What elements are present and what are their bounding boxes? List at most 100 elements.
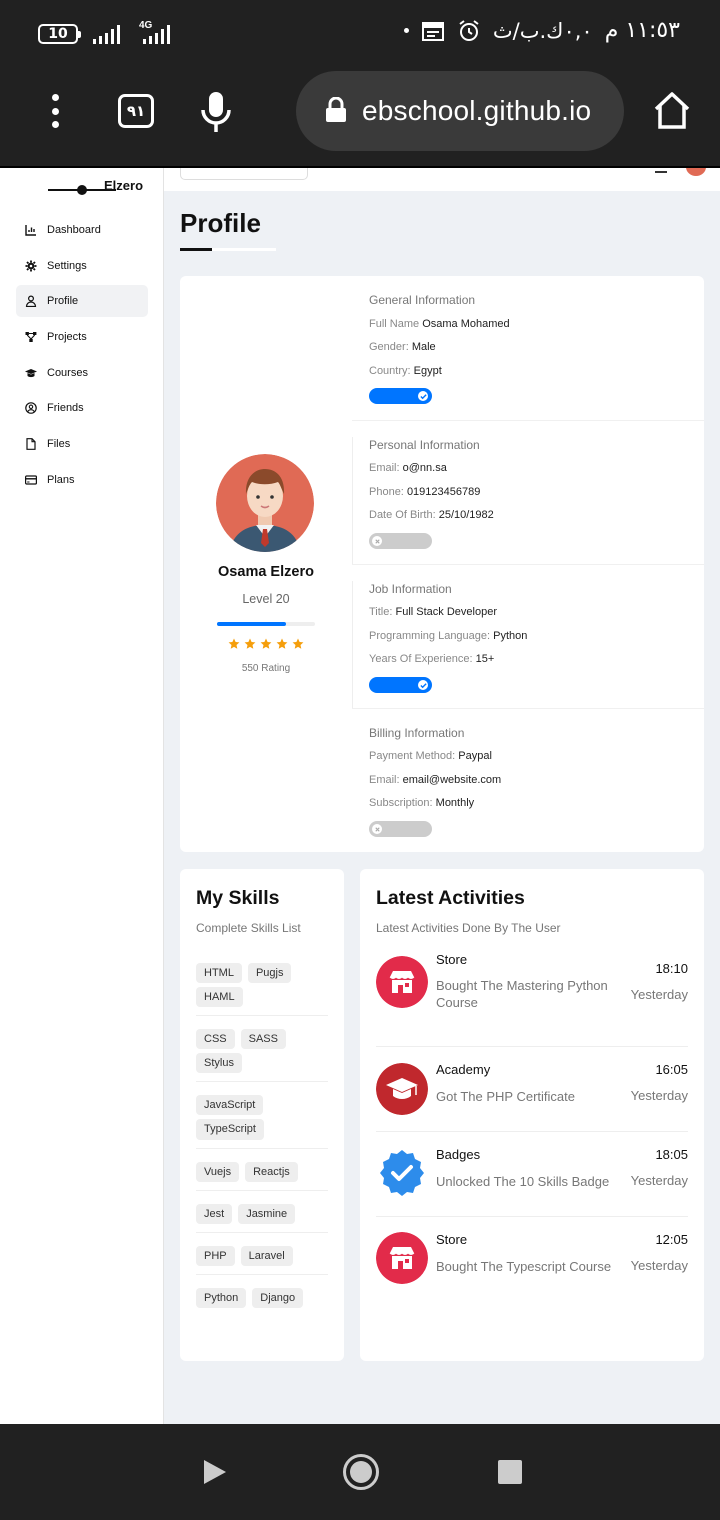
skill-tag: Pugjs: [247, 963, 292, 984]
menu-dots-icon[interactable]: [52, 94, 60, 128]
info-row-email: Email: o@nn.sa: [369, 462, 447, 474]
sidebar-item-courses[interactable]: Courses: [16, 357, 148, 389]
sidebar-item-label: Files: [47, 438, 71, 451]
sidebar-item-files[interactable]: Files: [16, 428, 148, 460]
skill-tag: JavaScript: [196, 1095, 264, 1116]
sidebar-logo: Elzero: [48, 178, 143, 195]
activity-time: 12:05: [655, 1232, 688, 1247]
graduation-cap-icon: [25, 368, 37, 377]
sidebar-item-label: Profile: [47, 295, 79, 308]
sidebar-item-settings[interactable]: Settings: [16, 250, 148, 282]
sidebar-item-profile[interactable]: Profile: [16, 285, 148, 318]
activity-title: Store: [436, 952, 468, 967]
skill-tag: CSS: [196, 1029, 235, 1050]
skill-group: JavaScript TypeScript: [196, 1095, 328, 1149]
activity-item: Store Bought The Mastering Python Course…: [376, 949, 688, 1047]
info-row-billing-email: Email: email@website.com: [369, 774, 502, 786]
activity-time: 16:05: [655, 1062, 688, 1077]
activity-title: Academy: [436, 1062, 491, 1077]
info-row-gender: Gender: Male: [369, 341, 436, 353]
sidebar-item-dashboard[interactable]: Dashboard: [16, 214, 148, 246]
store-icon: [376, 1232, 428, 1284]
signal-4g-icon: [143, 24, 170, 44]
address-bar[interactable]: ebschool.github.io: [296, 71, 624, 151]
personal-info-section: Personal Information Email: o@nn.sa Phon…: [352, 420, 704, 564]
info-row-title: Title: Full Stack Developer: [369, 606, 497, 618]
section-heading: Personal Information: [369, 438, 480, 452]
info-row-dob: Date Of Birth: 25/10/1982: [369, 509, 494, 521]
data-speed: ٠,٠ك.ب/ث: [492, 18, 593, 43]
job-info-section: Job Information Title: Full Stack Develo…: [352, 564, 704, 708]
sidebar-item-projects[interactable]: Projects: [16, 321, 148, 353]
info-row-experience: Years Of Experience: 15+: [369, 653, 495, 665]
general-info-toggle[interactable]: [369, 388, 432, 404]
gear-icon: [25, 260, 37, 272]
billing-info-section: Billing Information Payment Method: Payp…: [352, 708, 704, 852]
personal-info-toggle[interactable]: [369, 533, 432, 549]
level-progress-bar: [217, 622, 315, 626]
activity-day: Yesterday: [630, 1173, 688, 1188]
sidebar-item-friends[interactable]: Friends: [16, 392, 148, 424]
activities-title: Latest Activities: [376, 887, 525, 909]
skill-group: PHP Laravel: [196, 1245, 328, 1275]
skill-tag: Django: [252, 1287, 304, 1308]
section-heading: Job Information: [369, 582, 452, 596]
star-icon: [244, 638, 256, 649]
file-icon: [26, 438, 36, 451]
bell-icon[interactable]: [655, 169, 667, 173]
skill-tag: HAML: [196, 987, 243, 1008]
activities-list: Store Bought The Mastering Python Course…: [376, 949, 688, 1302]
page-title: Profile: [180, 208, 261, 238]
star-icon: [228, 638, 240, 649]
activity-desc: Unlocked The 10 Skills Badge: [436, 1174, 610, 1189]
user-circle-icon: [25, 402, 37, 415]
job-info-toggle[interactable]: [369, 677, 432, 693]
user-icon: [25, 295, 37, 308]
skill-tag: Reactjs: [245, 1161, 298, 1182]
activity-item: Badges Unlocked The 10 Skills Badge 18:0…: [376, 1132, 688, 1217]
skill-tag: Laravel: [240, 1245, 293, 1266]
profile-card: Osama Elzero Level 20 550 Rating General…: [180, 276, 704, 852]
search-input[interactable]: [180, 168, 308, 180]
badge-check-icon: [380, 1150, 424, 1196]
signal-icon: [93, 24, 120, 44]
sidebar: Elzero Dashboard Settings Profile Projec…: [0, 168, 164, 1424]
info-row-subscription: Subscription: Monthly: [369, 797, 475, 809]
billing-info-toggle[interactable]: [369, 821, 432, 837]
back-icon[interactable]: [202, 1458, 228, 1486]
diagram-icon: [25, 332, 37, 343]
tab-switcher-button[interactable]: ٩١: [118, 94, 154, 128]
activity-time: 18:05: [655, 1147, 688, 1162]
skill-group: CSS SASS Stylus: [196, 1029, 328, 1083]
sidebar-item-label: Courses: [47, 366, 88, 379]
rating-count: 550 Rating: [241, 663, 291, 674]
general-info-section: General Information Full Name Osama Moha…: [352, 276, 704, 420]
activity-item: Store Bought The Typescript Course 12:05…: [376, 1217, 688, 1302]
activity-day: Yesterday: [630, 987, 688, 1002]
skill-group: Python Django: [196, 1287, 328, 1316]
activity-title: Store: [436, 1232, 468, 1247]
sidebar-item-plans[interactable]: Plans: [16, 464, 148, 496]
activity-desc: Bought The Mastering Python Course: [436, 978, 608, 1010]
status-right: ٠,٠ك.ب/ث ١١:٥٣ م: [403, 18, 680, 43]
skill-tag: HTML: [196, 963, 242, 984]
rating-stars: [228, 638, 304, 650]
credit-card-icon: [25, 475, 37, 485]
skill-tag: Python: [196, 1287, 247, 1308]
recent-apps-button[interactable]: [498, 1460, 522, 1484]
clock: ١١:٥٣ م: [604, 18, 680, 43]
sidebar-item-label: Plans: [47, 473, 75, 486]
battery-icon: 10: [38, 24, 81, 44]
home-button[interactable]: [343, 1454, 379, 1490]
microphone-icon[interactable]: [198, 90, 234, 134]
sidebar-nav: Dashboard Settings Profile Projects Cour…: [16, 214, 148, 500]
sidebar-item-label: Friends: [47, 402, 84, 415]
home-icon[interactable]: [652, 90, 692, 130]
battery-level: 10: [48, 26, 68, 42]
skill-tag: Vuejs: [196, 1161, 240, 1182]
activity-day: Yesterday: [630, 1088, 688, 1103]
activity-time: 18:10: [655, 961, 688, 976]
info-row-fullname: Full Name Osama Mohamed: [369, 318, 510, 330]
lock-icon: [326, 97, 346, 122]
section-heading: General Information: [369, 293, 476, 307]
